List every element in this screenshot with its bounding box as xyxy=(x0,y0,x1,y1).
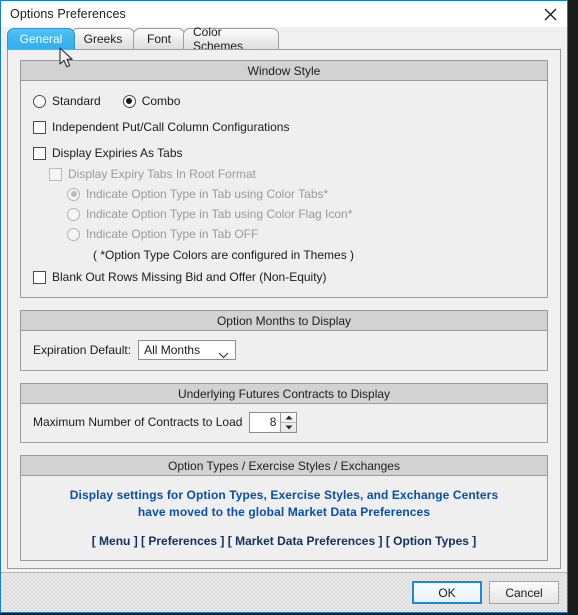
checkbox-independent-putcall-label: Independent Put/Call Column Configuratio… xyxy=(52,120,290,134)
window-style-group: Window Style Standard Combo Independent … xyxy=(20,60,548,298)
radio-option-type-color-flag-label: Indicate Option Type in Tab using Color … xyxy=(86,207,353,221)
window-title: Options Preferences xyxy=(10,7,126,21)
info-navigation-path: [ Menu ] [ Preferences ] [ Market Data P… xyxy=(91,534,477,548)
radio-option-type-off xyxy=(67,227,80,241)
radio-option-type-color-tabs xyxy=(67,187,80,201)
checkbox-blank-out-rows[interactable] xyxy=(33,270,46,284)
radio-combo[interactable] xyxy=(122,94,136,108)
title-bar: Options Preferences xyxy=(1,1,567,27)
checkbox-independent-putcall[interactable] xyxy=(33,120,46,134)
spinner-up-icon[interactable] xyxy=(281,413,297,423)
checkbox-blank-out-rows-label: Blank Out Rows Missing Bid and Offer (No… xyxy=(52,270,327,284)
dialog-footer: OK Cancel xyxy=(1,572,567,612)
window-style-body: Standard Combo Independent Put/Call Colu… xyxy=(21,81,547,297)
cancel-button[interactable]: Cancel xyxy=(489,581,559,604)
ok-button[interactable]: OK xyxy=(412,581,482,604)
max-contracts-stepper[interactable]: 8 xyxy=(249,411,298,433)
checkbox-display-expiries-as-tabs[interactable] xyxy=(33,146,46,160)
option-types-info-body: Display settings for Option Types, Exerc… xyxy=(21,476,547,560)
tab-greeks[interactable]: Greeks xyxy=(71,28,135,49)
expiration-default-select[interactable]: All Months xyxy=(138,340,237,362)
max-contracts-label: Maximum Number of Contracts to Load xyxy=(33,415,243,429)
futures-contracts-body: Maximum Number of Contracts to Load 8 xyxy=(21,404,547,442)
option-types-info-header: Option Types / Exercise Styles / Exchang… xyxy=(21,456,547,476)
option-months-header: Option Months to Display xyxy=(21,311,547,331)
tab-general[interactable]: General xyxy=(7,28,75,49)
radio-combo-label: Combo xyxy=(141,94,181,108)
row-max-contracts: Maximum Number of Contracts to Load 8 xyxy=(33,411,535,433)
option-types-info-group: Option Types / Exercise Styles / Exchang… xyxy=(20,455,548,561)
row-display-expiry-root-format: Display Expiry Tabs In Root Format xyxy=(49,164,535,184)
option-months-group: Option Months to Display Expiration Defa… xyxy=(20,310,548,371)
tab-greeks-label: Greeks xyxy=(83,32,123,46)
preferences-panel: Window Style Standard Combo Independent … xyxy=(7,49,561,569)
row-independent-putcall: Independent Put/Call Column Configuratio… xyxy=(33,116,535,138)
spinner-down-icon[interactable] xyxy=(281,423,296,432)
radio-standard[interactable] xyxy=(33,94,46,108)
futures-contracts-group: Underlying Futures Contracts to Display … xyxy=(20,383,548,443)
tab-font[interactable]: Font xyxy=(133,28,185,49)
row-expiration-default: Expiration Default: All Months xyxy=(33,339,535,361)
radio-option-type-off-label: Indicate Option Type in Tab OFF xyxy=(86,227,259,241)
row-display-expiries-as-tabs: Display Expiries As Tabs xyxy=(33,142,535,164)
tab-color-schemes[interactable]: Color Schemes xyxy=(183,25,279,53)
options-preferences-window: Options Preferences General Greeks Font … xyxy=(0,0,568,613)
row-blank-out-rows: Blank Out Rows Missing Bid and Offer (No… xyxy=(33,266,535,288)
window-style-header: Window Style xyxy=(21,61,547,81)
option-type-colors-note: ( *Option Type Colors are configured in … xyxy=(93,248,355,262)
checkbox-display-expiries-as-tabs-label: Display Expiries As Tabs xyxy=(52,146,183,160)
window-style-radio-row: Standard Combo xyxy=(33,90,535,112)
radio-option-type-color-flag xyxy=(67,207,80,221)
info-line-1: Display settings for Option Types, Exerc… xyxy=(69,488,499,502)
tab-general-label: General xyxy=(19,32,63,46)
max-contracts-value[interactable]: 8 xyxy=(250,413,280,432)
checkbox-display-expiry-root-format xyxy=(49,167,62,181)
row-option-type-off: Indicate Option Type in Tab OFF xyxy=(67,224,535,244)
futures-contracts-header: Underlying Futures Contracts to Display xyxy=(21,384,547,404)
row-option-type-color-flag: Indicate Option Type in Tab using Color … xyxy=(67,204,535,224)
option-months-body: Expiration Default: All Months xyxy=(21,331,547,370)
tab-strip: General Greeks Font Color Schemes xyxy=(1,25,567,53)
close-icon[interactable] xyxy=(539,3,561,25)
radio-standard-label: Standard xyxy=(52,94,101,108)
info-line-2: have moved to the global Market Data Pre… xyxy=(137,505,431,519)
tab-font-label: Font xyxy=(146,32,171,46)
max-contracts-spin-buttons xyxy=(280,412,297,432)
expiration-default-value: All Months xyxy=(144,343,201,357)
expiration-default-label: Expiration Default: xyxy=(33,343,132,357)
row-option-type-color-tabs: Indicate Option Type in Tab using Color … xyxy=(67,184,535,204)
checkbox-display-expiry-root-format-label: Display Expiry Tabs In Root Format xyxy=(68,167,256,181)
chevron-down-icon xyxy=(218,348,229,362)
radio-option-type-color-tabs-label: Indicate Option Type in Tab using Color … xyxy=(86,187,329,201)
